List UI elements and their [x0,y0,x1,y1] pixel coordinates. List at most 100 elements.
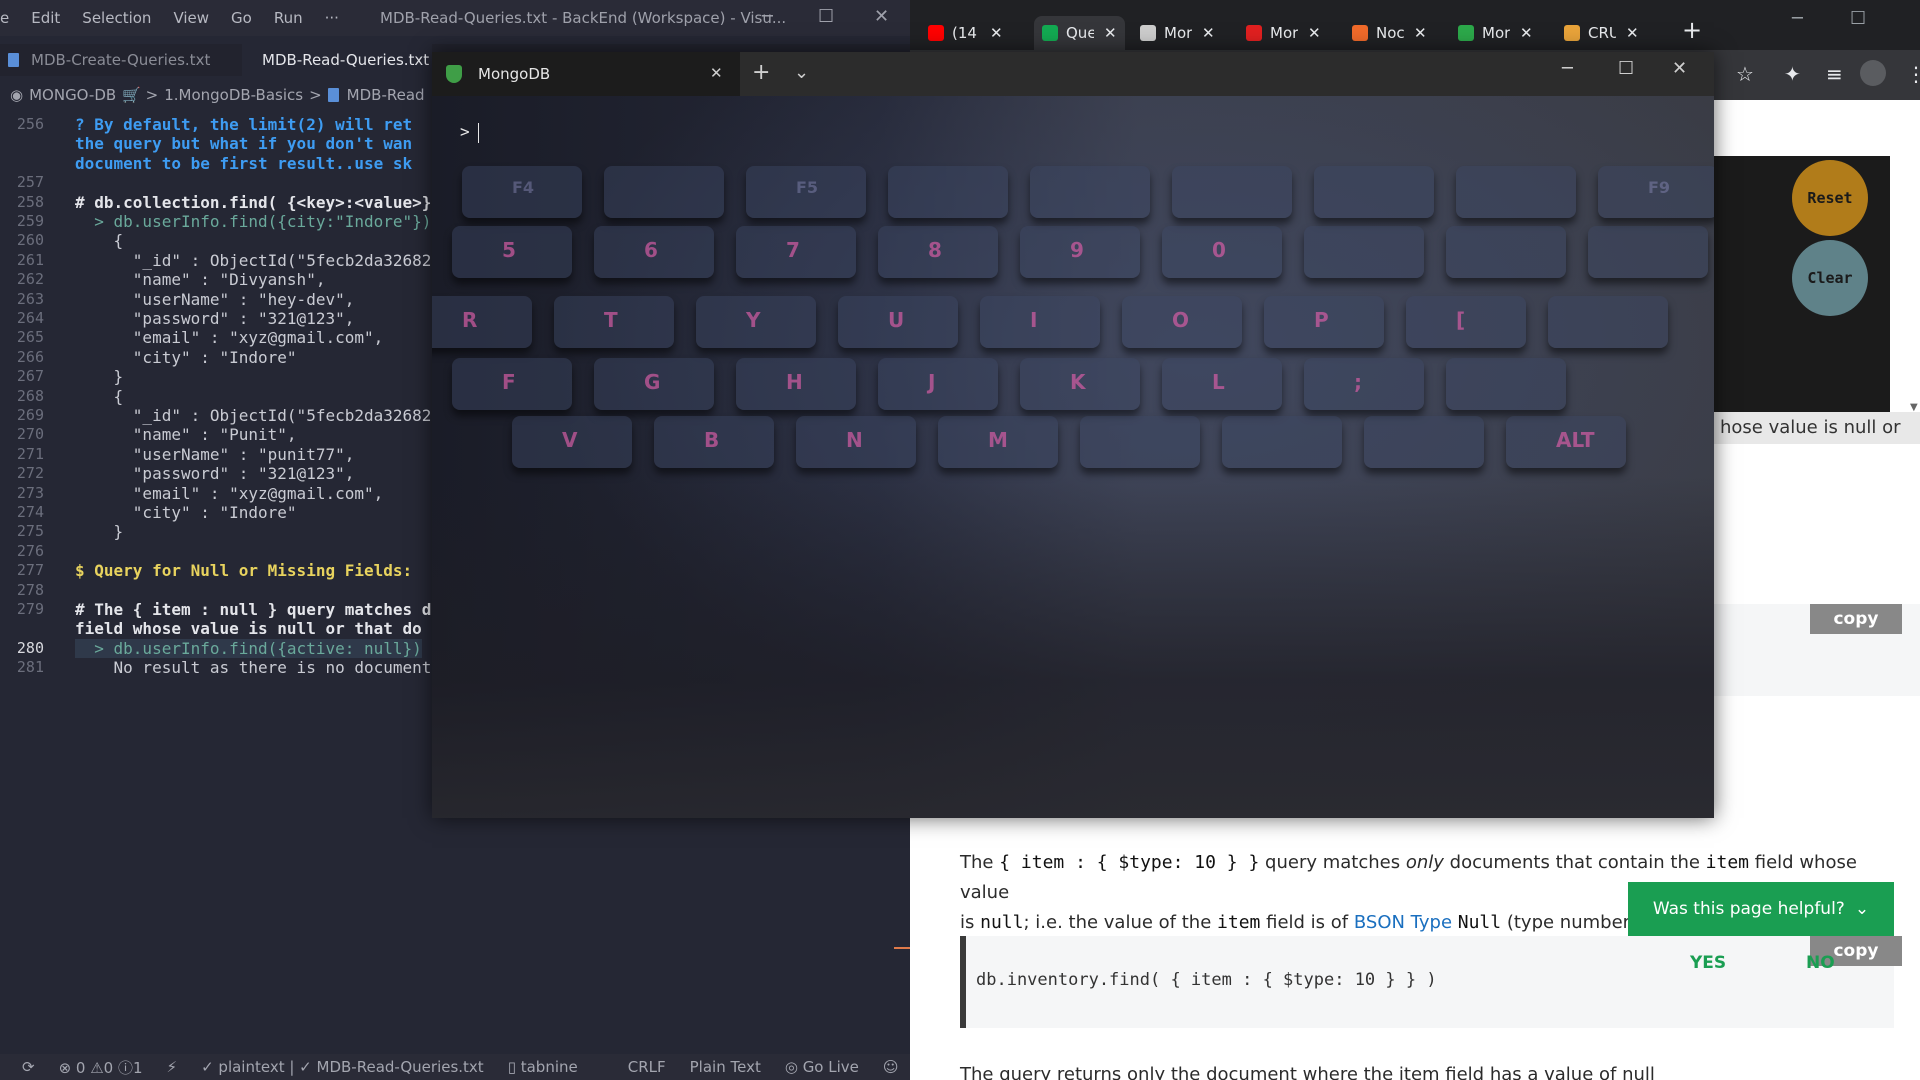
tab-favicon-icon [1564,25,1580,41]
keyboard-key-glyph: H [786,370,803,394]
menu-edit[interactable]: Edit [20,9,71,27]
chevron-down-icon[interactable]: ⌄ [794,62,809,83]
tab-title: CRU [1588,24,1616,42]
tab-favicon-icon [1246,25,1262,41]
close-tab-icon[interactable]: ✕ [710,64,723,82]
breadcrumb: ◉ MONGO-DB 🛒 > 1.MongoDB-Basics > MDB-Re… [10,84,425,106]
tab-favicon-icon [928,25,944,41]
close-icon[interactable]: ✕ [1672,58,1687,79]
line-number: 280 [16,638,44,657]
keyboard-key [432,296,532,348]
tab-label: MDB-Read-Queries.txt [262,51,430,69]
text: documents that contain the [1449,852,1700,873]
language-mode[interactable]: Plain Text [690,1058,761,1076]
close-tab-icon[interactable]: ✕ [1520,24,1533,42]
new-tab-button[interactable]: + [1682,16,1702,44]
browser-tab[interactable]: Noc ✕ [1352,16,1427,50]
code-line: field whose value is null or that do [75,619,422,639]
keyboard-key [1030,166,1150,218]
bookmark-star-icon[interactable]: ☆ [1736,62,1754,86]
clear-button[interactable]: Clear [1792,240,1868,316]
code-line: "userName" : "punit77", [75,444,355,464]
line-ending[interactable]: CRLF [628,1058,666,1076]
code-line: } [75,367,124,387]
tab-favicon-icon [1140,25,1156,41]
line-number: 277 [16,561,44,580]
keyboard-key-glyph: M [988,428,1008,452]
close-tab-icon[interactable]: ✕ [1626,24,1639,42]
problems-counts: 0 ⚠0 ⓘ1 [75,1058,143,1077]
close-tab-icon[interactable]: ✕ [1308,24,1321,42]
more-menu-icon[interactable]: ⋮ [1906,62,1920,86]
tab-title: Mor [1482,24,1510,42]
browser-tab[interactable]: (14 ✕ [928,16,1003,50]
maximize-icon[interactable]: ☐ [1850,8,1866,29]
menu-selection[interactable]: Selection [71,9,162,27]
code-line: "_id" : ObjectId("5fecb2da32682 [75,250,432,270]
close-tab-icon[interactable]: ✕ [990,24,1003,42]
close-tab-icon[interactable]: ✕ [1202,24,1215,42]
keyboard-key-glyph: J [928,370,936,394]
menu-view[interactable]: View [162,9,220,27]
breadcrumb-item[interactable]: 1.MongoDB-Basics [164,86,303,104]
text: query matches [1265,852,1401,873]
browser-tab[interactable]: Mor ✕ [1246,16,1321,50]
bson-type-link[interactable]: BSON Type [1354,912,1452,933]
tab-create-queries[interactable]: MDB-Create-Queries.txt [0,44,242,76]
keyboard-key [1314,166,1434,218]
keyboard-key-glyph: N [846,428,863,452]
maximize-icon[interactable]: ☐ [1618,58,1634,79]
problems-indicator[interactable]: ⊗ 0 ⚠0 ⓘ1 [59,1057,143,1078]
reset-button[interactable]: Reset [1792,160,1868,236]
browser-tab[interactable]: Mor ✕ [1140,16,1215,50]
text: (type number [1506,912,1631,933]
tabnine-status[interactable]: ▯ tabnine [508,1058,578,1076]
close-tab-icon[interactable]: ✕ [1104,24,1117,42]
terminal-tab[interactable]: MongoDB ✕ [432,52,740,96]
media-control-icon[interactable]: ≡ [1826,62,1843,86]
tab-favicon-icon [1042,25,1058,41]
menu-go[interactable]: Go [220,9,263,27]
text: field is of [1266,912,1349,933]
close-tab-icon[interactable]: ✕ [1414,24,1427,42]
go-live[interactable]: ◎ Go Live [785,1058,859,1076]
feedback-icon[interactable]: ☺ [883,1058,899,1076]
tab-read-queries[interactable]: MDB-Read-Queries.txt [242,44,432,76]
breadcrumb-item[interactable]: MONGO-DB [29,86,116,104]
browser-tab[interactable]: Que ✕ [1034,16,1125,50]
line-number: 279 [16,600,44,618]
minimize-icon[interactable]: ─ [1562,58,1573,79]
keyboard-key-glyph: T [604,308,618,332]
breadcrumb-item[interactable]: MDB-Read [347,86,425,104]
maximize-icon[interactable]: ☐ [818,6,834,27]
keyboard-key [878,358,998,410]
new-tab-icon[interactable]: + [752,60,770,85]
code-line: > db.userInfo.find({city:"Indore"}) [75,212,432,231]
page-helpful-toggle[interactable]: Was this page helpful? ⌄ [1628,882,1894,936]
background-shade [432,476,1714,818]
code-line: $ Query for Null or Missing Fields: [75,561,413,581]
line-number: 267 [16,367,44,386]
shell-prompt[interactable]: > [460,122,479,143]
menu-more[interactable]: ··· [314,9,350,27]
menu-file[interactable]: e [0,9,20,27]
minimize-icon[interactable]: ─ [1792,8,1803,29]
yes-button[interactable]: YES [1690,953,1726,973]
close-icon[interactable]: ✕ [874,6,889,27]
sync-icon[interactable]: ⟳ [22,1058,35,1076]
no-button[interactable]: NO [1806,953,1835,973]
line-number: 259 [16,212,44,230]
extensions-icon[interactable]: ✦ [1784,62,1801,86]
minimize-icon[interactable]: ─ [762,6,773,27]
profile-avatar[interactable] [1860,60,1886,86]
chevron-right-icon: > [309,86,322,104]
keyboard-key-glyph: L [1212,370,1225,394]
terminal-body[interactable]: F4F5F9F10567890RTYUIOP[FGHJKL;VBNMALT > [432,96,1714,818]
browser-tab[interactable]: Mor ✕ [1458,16,1533,50]
language-status[interactable]: ✓ plaintext | ✓ MDB-Read-Queries.txt [201,1058,484,1076]
lightning-icon[interactable]: ⚡ [167,1058,178,1076]
menu-run[interactable]: Run [263,9,314,27]
browser-tab[interactable]: CRU ✕ [1564,16,1639,50]
copy-button[interactable]: copy [1810,604,1902,634]
terminal-tabbar: MongoDB ✕ + ⌄ ─ ☐ ✕ [432,52,1714,96]
